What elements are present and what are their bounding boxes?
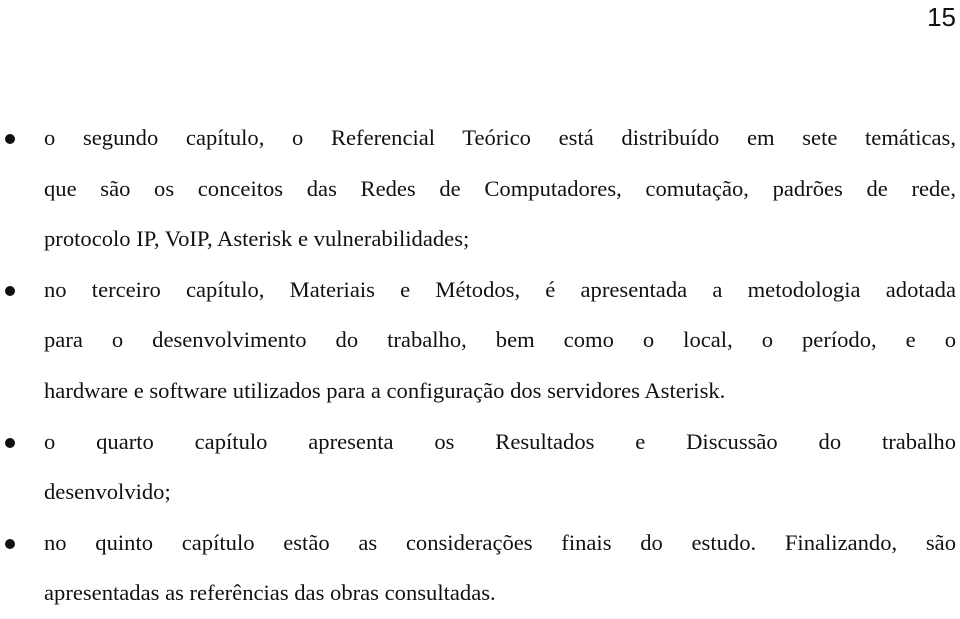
text-line: o segundo capítulo, o Referencial Teóric… [44, 125, 956, 150]
bullet-icon [5, 134, 15, 144]
chapter-summary-list: o segundo capítulo, o Referencial Teóric… [0, 113, 960, 619]
text-line: o quarto capítulo apresenta os Resultado… [44, 428, 956, 454]
list-item-chapter-4: o quarto capítulo apresenta os Resultado… [0, 417, 960, 518]
list-item-chapter-3: no terceiro capítulo, Materiais e Método… [0, 265, 960, 417]
text-line: hardware e software utilizados para a co… [44, 377, 726, 403]
text-line: no quinto capítulo estão as consideraçõe… [44, 529, 956, 555]
text-line: protocolo IP, VoIP, Asterisk e vulnerabi… [44, 226, 470, 252]
bullet-icon [5, 285, 15, 296]
text-line: no terceiro capítulo, Materiais e Método… [44, 276, 956, 302]
text-line: apresentadas as referências das obras co… [44, 580, 496, 606]
page-number: 15 [927, 2, 956, 32]
bullet-icon [5, 538, 15, 549]
text-line: para o desenvolvimento do trabalho, bem … [44, 327, 956, 353]
list-item-chapter-2: o segundo capítulo, o Referencial Teóric… [0, 113, 960, 265]
bullet-icon [5, 437, 15, 448]
text-line: desenvolvido; [44, 479, 171, 505]
text-line: que são os conceitos das Redes de Comput… [44, 175, 956, 201]
list-item-chapter-5: no quinto capítulo estão as consideraçõe… [0, 518, 960, 619]
